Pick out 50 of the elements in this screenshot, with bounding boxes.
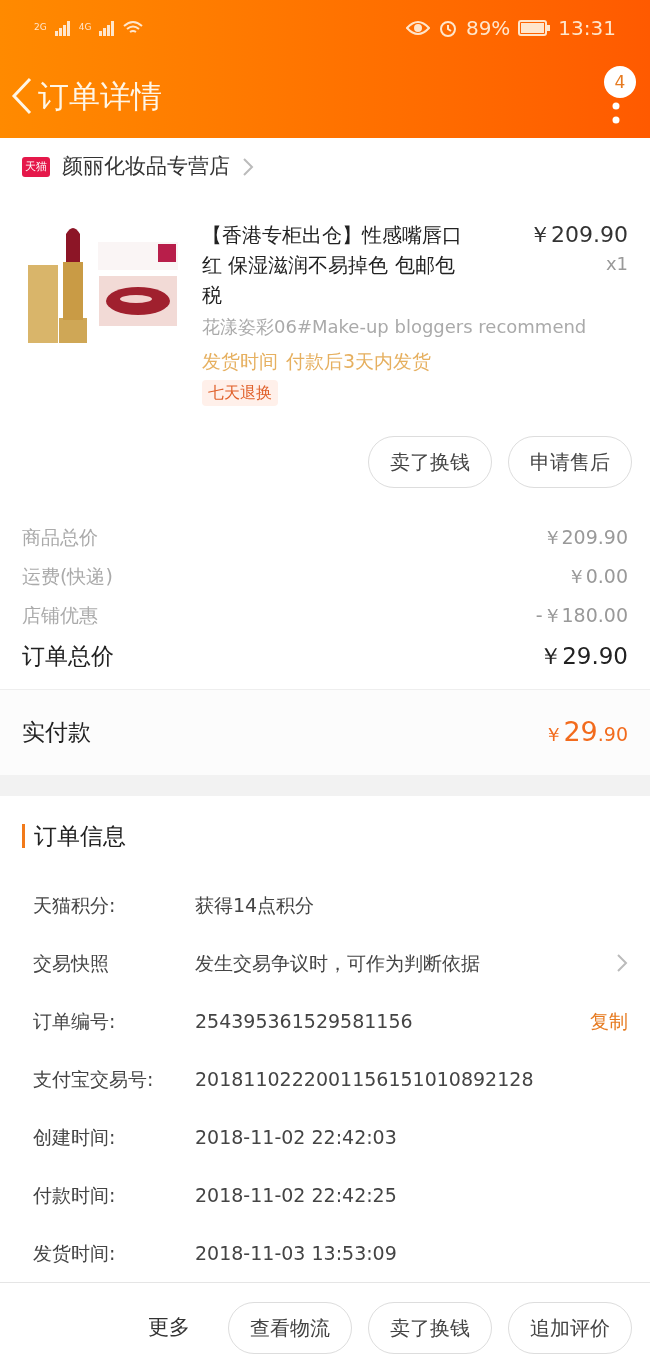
info-value: 获得14点积分 (195, 892, 316, 918)
network-label: 2G (34, 20, 47, 34)
product-variant: 花漾姿彩06#Make-up bloggers recommend (202, 315, 588, 340)
shipping-value: 付款后3天内发货 (286, 349, 432, 375)
chevron-right-icon (242, 156, 254, 177)
paid-amount: ￥29.90 (544, 714, 628, 749)
info-label: 创建时间: (33, 1124, 117, 1150)
section-title: 订单信息 (22, 824, 126, 849)
summary-value: ￥29.90 (539, 642, 628, 672)
more-icon[interactable] (612, 102, 620, 125)
summary-value: ￥0.00 (566, 564, 628, 589)
paid-label: 实付款 (22, 717, 91, 747)
info-label: 订单编号: (33, 1008, 117, 1034)
info-label: 天猫积分: (33, 892, 117, 918)
signal-icon (99, 19, 116, 36)
more-link[interactable]: 更多 (148, 1311, 190, 1344)
battery-icon (518, 19, 551, 36)
signal-icon (54, 19, 71, 36)
info-label: 交易快照 (33, 950, 110, 976)
summary-value: -￥180.00 (535, 603, 628, 628)
info-value: 2018-11-02 22:42:03 (195, 1124, 398, 1150)
info-label: 发货时间: (33, 1240, 117, 1266)
info-value: 254395361529581156 (195, 1008, 414, 1034)
platform-logo: 天猫 (22, 156, 50, 178)
back-icon[interactable] (10, 76, 34, 117)
product-quantity: x1 (605, 252, 628, 277)
wifi-icon (123, 19, 144, 36)
info-label: 支付宝交易号: (33, 1066, 155, 1092)
info-value[interactable]: 发生交易争议时，可作为判断依据 (195, 948, 616, 978)
shop-name[interactable]: 颜丽化妆品专营店 (62, 151, 230, 183)
product-title: 【香港专柜出仓】性感嘴唇口红 保湿滋润不易掉色 包邮包税 (202, 222, 463, 310)
info-value: 2018-11-02 22:42:25 (195, 1182, 398, 1208)
chevron-right-icon (616, 953, 628, 974)
summary-value: ￥209.90 (542, 525, 628, 550)
summary-label: 商品总价 (22, 525, 98, 550)
summary-label: 店铺优惠 (22, 603, 98, 628)
page-title: 订单详情 (38, 77, 162, 117)
notification-badge: 4 (604, 66, 636, 99)
clock-time: 13:31 (558, 14, 616, 42)
summary-label: 订单总价 (22, 642, 114, 672)
battery-percent: 89% (465, 14, 511, 42)
eye-icon (405, 19, 430, 36)
info-value: 2018110222001156151010892128 (195, 1066, 535, 1092)
summary-label: 运费(快递) (22, 564, 113, 589)
product-price: ￥209.90 (529, 221, 628, 250)
return-tag: 七天退换 (202, 379, 278, 406)
network-label: 4G (78, 20, 92, 34)
info-label: 付款时间: (33, 1182, 117, 1208)
shipping-label: 发货时间 (202, 349, 278, 375)
info-value: 2018-11-03 13:53:09 (195, 1240, 398, 1266)
